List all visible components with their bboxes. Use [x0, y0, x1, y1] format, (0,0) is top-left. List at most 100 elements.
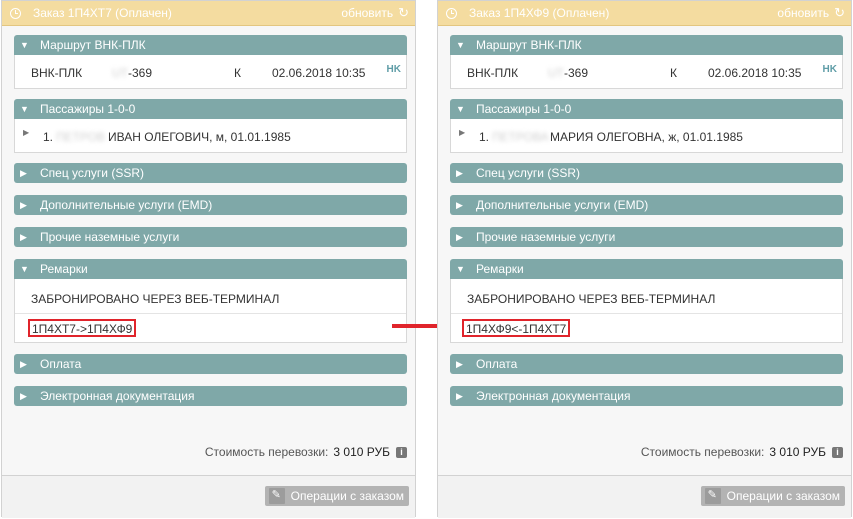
- booking-class: К: [670, 66, 677, 80]
- section-passengers[interactable]: ▼ Пассажиры 1-0-0: [14, 99, 407, 119]
- panel-footer: Операции с заказом: [438, 475, 851, 518]
- status-badge: HK: [386, 64, 401, 75]
- chevron-right-icon: ▶: [20, 359, 27, 369]
- route-segment: ВНК-ПЛК: [467, 66, 519, 80]
- operations-button[interactable]: Операции с заказом: [700, 486, 845, 506]
- chevron-down-icon: ▼: [456, 264, 465, 274]
- operations-label: Операции с заказом: [290, 489, 404, 503]
- section-emd[interactable]: ▶ Дополнительные услуги (EMD): [14, 195, 407, 215]
- remark-line-1: ЗАБРОНИРОВАНО ЧЕРЕЗ ВЕБ-ТЕРМИНАЛ: [467, 292, 716, 306]
- route-body: ВНК-ПЛК UT -369 К 02.06.2018 10:35 HK: [450, 55, 843, 89]
- cost-summary: Стоимость перевозки: 3 010 РУБ i: [641, 445, 843, 459]
- refresh-button[interactable]: обновить ↻: [341, 6, 409, 20]
- flight-number: -369: [564, 66, 589, 80]
- passenger-surname: ПЕТРОВА: [492, 130, 549, 144]
- chevron-right-icon[interactable]: ▶: [23, 128, 29, 137]
- chevron-down-icon: ▼: [20, 40, 29, 50]
- passenger-index: 1.: [479, 130, 490, 144]
- refresh-button[interactable]: обновить ↻: [777, 6, 845, 20]
- chevron-down-icon: ▼: [456, 104, 465, 114]
- operations-label: Операции с заказом: [726, 489, 840, 503]
- route-segment: ВНК-ПЛК: [31, 66, 83, 80]
- section-passengers-label: Пассажиры 1-0-0: [476, 102, 572, 116]
- clock-icon: [10, 7, 21, 19]
- section-ground-label: Прочие наземные услуги: [40, 230, 180, 244]
- section-remarks[interactable]: ▼ Ремарки: [450, 259, 843, 279]
- section-edocs[interactable]: ▶ Электронная документация: [14, 386, 407, 406]
- cost-value: 3 010 РУБ: [769, 445, 826, 459]
- section-payment-label: Оплата: [40, 357, 82, 371]
- flight-datetime: 02.06.2018 10:35: [272, 66, 366, 80]
- info-icon[interactable]: i: [396, 446, 407, 458]
- section-remarks[interactable]: ▼ Ремарки: [14, 259, 407, 279]
- chevron-down-icon: ▼: [456, 40, 465, 50]
- order-title-text: Заказ 1П4ХТ7 (Оплачен): [33, 6, 172, 20]
- section-payment[interactable]: ▶ Оплата: [14, 354, 407, 374]
- passenger-surname: ПЕТРОВ: [56, 130, 106, 144]
- chevron-right-icon[interactable]: ▶: [459, 128, 465, 137]
- refresh-label: обновить: [341, 6, 394, 20]
- section-edocs-label: Электронная документация: [476, 389, 631, 403]
- order-header: Заказ 1П4ХФ9 (Оплачен) обновить ↻: [438, 1, 851, 26]
- flight-prefix: UT: [112, 66, 128, 80]
- section-passengers[interactable]: ▼ Пассажиры 1-0-0: [450, 99, 843, 119]
- clock-icon: [446, 7, 457, 19]
- order-title: Заказ 1П4ХФ9 (Оплачен): [446, 6, 609, 20]
- passenger-index: 1.: [43, 130, 54, 144]
- chevron-down-icon: ▼: [20, 264, 29, 274]
- section-payment-label: Оплата: [476, 357, 518, 371]
- section-passengers-label: Пассажиры 1-0-0: [40, 102, 136, 116]
- chevron-right-icon: ▶: [20, 391, 27, 401]
- chevron-right-icon: ▶: [20, 232, 27, 242]
- passenger-name: МАРИЯ ОЛЕГОВНА, ж, 01.01.1985: [550, 130, 743, 144]
- section-route[interactable]: ▼ Маршрут ВНК-ПЛК: [450, 35, 843, 55]
- section-emd-label: Дополнительные услуги (EMD): [476, 198, 649, 212]
- order-panel-right: Заказ 1П4ХФ9 (Оплачен) обновить ↻ ▼ Марш…: [437, 0, 852, 518]
- section-route-label: Маршрут ВНК-ПЛК: [476, 38, 582, 52]
- chevron-right-icon: ▶: [20, 168, 27, 178]
- remark-divider: [15, 313, 406, 314]
- flight-number: -369: [128, 66, 153, 80]
- pencil-icon: [268, 488, 285, 504]
- info-icon[interactable]: i: [832, 446, 843, 458]
- booking-class: К: [234, 66, 241, 80]
- refresh-icon: ↻: [834, 5, 845, 20]
- chevron-right-icon: ▶: [456, 232, 463, 242]
- chevron-right-icon: ▶: [456, 391, 463, 401]
- passengers-body: ▶ 1. ПЕТРОВА МАРИЯ ОЛЕГОВНА, ж, 01.01.19…: [450, 119, 843, 153]
- section-ground[interactable]: ▶ Прочие наземные услуги: [450, 227, 843, 247]
- section-emd-label: Дополнительные услуги (EMD): [40, 198, 213, 212]
- chevron-right-icon: ▶: [456, 359, 463, 369]
- order-header: Заказ 1П4ХТ7 (Оплачен) обновить ↻: [2, 1, 415, 26]
- operations-button[interactable]: Операции с заказом: [264, 486, 409, 506]
- section-ssr[interactable]: ▶ Спец услуги (SSR): [14, 163, 407, 183]
- section-ssr[interactable]: ▶ Спец услуги (SSR): [450, 163, 843, 183]
- status-badge: HK: [822, 64, 837, 75]
- chevron-down-icon: ▼: [20, 104, 29, 114]
- remark-line-2: 1П4ХТ7->1П4ХФ9: [32, 322, 133, 336]
- passengers-body: ▶ 1. ПЕТРОВ ИВАН ОЛЕГОВИЧ, м, 01.01.1985: [14, 119, 407, 153]
- order-title: Заказ 1П4ХТ7 (Оплачен): [10, 6, 172, 20]
- panel-footer: Операции с заказом: [2, 475, 415, 518]
- cost-value: 3 010 РУБ: [333, 445, 390, 459]
- section-route-label: Маршрут ВНК-ПЛК: [40, 38, 146, 52]
- remark-line-1: ЗАБРОНИРОВАНО ЧЕРЕЗ ВЕБ-ТЕРМИНАЛ: [31, 292, 280, 306]
- passenger-name: ИВАН ОЛЕГОВИЧ, м, 01.01.1985: [108, 130, 291, 144]
- section-ground[interactable]: ▶ Прочие наземные услуги: [14, 227, 407, 247]
- section-emd[interactable]: ▶ Дополнительные услуги (EMD): [450, 195, 843, 215]
- pencil-icon: [704, 488, 721, 504]
- flight-datetime: 02.06.2018 10:35: [708, 66, 802, 80]
- order-panel-left: Заказ 1П4ХТ7 (Оплачен) обновить ↻ ▼ Марш…: [1, 0, 416, 518]
- chevron-right-icon: ▶: [456, 200, 463, 210]
- remark-line-2-highlight: 1П4ХФ9<-1П4ХТ7: [462, 319, 571, 337]
- section-edocs[interactable]: ▶ Электронная документация: [450, 386, 843, 406]
- chevron-right-icon: ▶: [456, 168, 463, 178]
- section-ssr-label: Спец услуги (SSR): [40, 166, 144, 180]
- cost-label: Стоимость перевозки:: [640, 445, 765, 459]
- section-remarks-label: Ремарки: [476, 262, 524, 276]
- refresh-icon: ↻: [398, 5, 409, 20]
- section-route[interactable]: ▼ Маршрут ВНК-ПЛК: [14, 35, 407, 55]
- cost-label: Стоимость перевозки:: [204, 445, 329, 459]
- section-payment[interactable]: ▶ Оплата: [450, 354, 843, 374]
- remark-line-2: 1П4ХФ9<-1П4ХТ7: [466, 322, 567, 336]
